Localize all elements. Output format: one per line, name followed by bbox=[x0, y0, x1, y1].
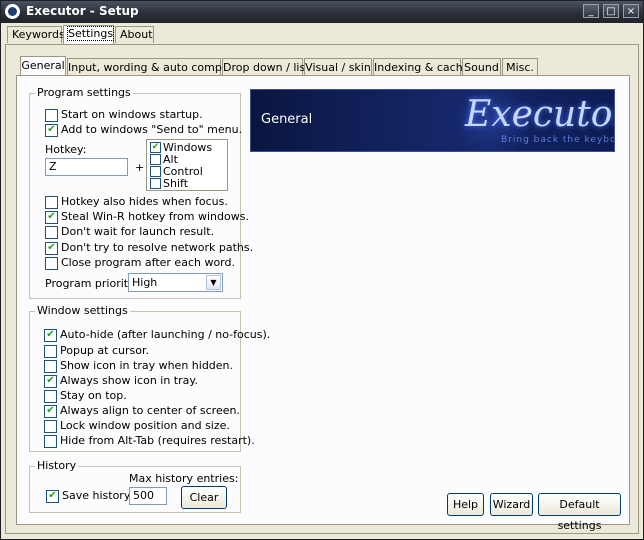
checkbox-box bbox=[45, 109, 58, 122]
default-settings-button[interactable]: Default settings bbox=[538, 493, 621, 532]
checkbox-box: ✔ bbox=[45, 211, 58, 224]
tab-sound[interactable]: Sound bbox=[462, 58, 501, 76]
help-button[interactable]: Help bbox=[447, 493, 484, 516]
checkbox-box: ✔ bbox=[45, 124, 58, 137]
clear-history-button[interactable]: Clear bbox=[181, 486, 227, 509]
hotkey-plus: + bbox=[135, 161, 145, 174]
title-bar[interactable]: Executor - Setup _ □ × bbox=[1, 1, 643, 23]
tab-about[interactable]: About bbox=[115, 26, 154, 43]
max-history-input[interactable]: 500 bbox=[129, 487, 167, 505]
executor-logo: Executor bbox=[465, 94, 615, 135]
tab-keywords[interactable]: Keywords bbox=[7, 26, 65, 43]
tab-visual-skin[interactable]: Visual / skin bbox=[304, 58, 372, 76]
tab-general[interactable]: General bbox=[20, 56, 66, 77]
checkbox-box: ✔ bbox=[46, 490, 59, 503]
maximize-button[interactable]: □ bbox=[603, 4, 619, 18]
checkbox-box bbox=[44, 360, 57, 373]
close-button[interactable]: × bbox=[623, 4, 639, 18]
wizard-button[interactable]: Wizard bbox=[490, 493, 533, 516]
setup-window: Executor - Setup _ □ × Keywords Settings… bbox=[0, 0, 644, 540]
banner-slogan: Bring back the keyboard bbox=[501, 135, 614, 145]
tab-settings[interactable]: Settings bbox=[63, 25, 115, 44]
history-legend: History bbox=[35, 459, 79, 472]
checkbox-box: ✔ bbox=[44, 329, 57, 342]
hotkey-label: Hotkey: bbox=[45, 143, 87, 156]
program-settings-legend: Program settings bbox=[35, 86, 133, 99]
priority-label: Program priority: bbox=[45, 277, 138, 290]
window-settings-legend: Window settings bbox=[35, 304, 130, 317]
checkbox-box bbox=[45, 226, 58, 239]
checkbox-box bbox=[45, 257, 58, 270]
checkbox-box: ✔ bbox=[150, 142, 161, 153]
executor-app-icon[interactable] bbox=[5, 4, 20, 19]
priority-select[interactable]: High ▼ bbox=[128, 273, 223, 292]
checkbox-box bbox=[45, 196, 58, 209]
chevron-down-icon[interactable]: ▼ bbox=[206, 275, 221, 290]
tab-drop-down-list[interactable]: Drop down / list bbox=[222, 58, 310, 76]
section-banner: General Executor Bring back the keyboard bbox=[250, 89, 615, 152]
minimize-button[interactable]: _ bbox=[583, 4, 599, 18]
checkbox-box bbox=[150, 166, 161, 177]
tab-indexing-cache[interactable]: Indexing & cache bbox=[373, 58, 469, 76]
checkbox-box bbox=[44, 420, 57, 433]
checkbox-box bbox=[44, 390, 57, 403]
hotkey-modifier-list[interactable]: ✔ Windows Alt Control Shift bbox=[146, 139, 228, 191]
banner-title: General bbox=[261, 112, 313, 127]
window-title: Executor - Setup bbox=[26, 4, 139, 18]
priority-value: High bbox=[132, 276, 158, 289]
hotkey-input[interactable]: Z bbox=[45, 158, 128, 176]
tab-misc[interactable]: Misc. bbox=[502, 58, 538, 76]
checkbox-box: ✔ bbox=[44, 405, 57, 418]
checkbox-box bbox=[150, 178, 161, 189]
checkbox-box: ✔ bbox=[44, 375, 57, 388]
checkbox-box: ✔ bbox=[45, 242, 58, 255]
checkbox-box bbox=[44, 435, 57, 448]
checkbox-box bbox=[150, 154, 161, 165]
tab-input-wording[interactable]: Input, wording & auto completion bbox=[67, 58, 253, 76]
max-history-label: Max history entries: bbox=[129, 472, 239, 485]
checkbox-box bbox=[44, 345, 57, 358]
